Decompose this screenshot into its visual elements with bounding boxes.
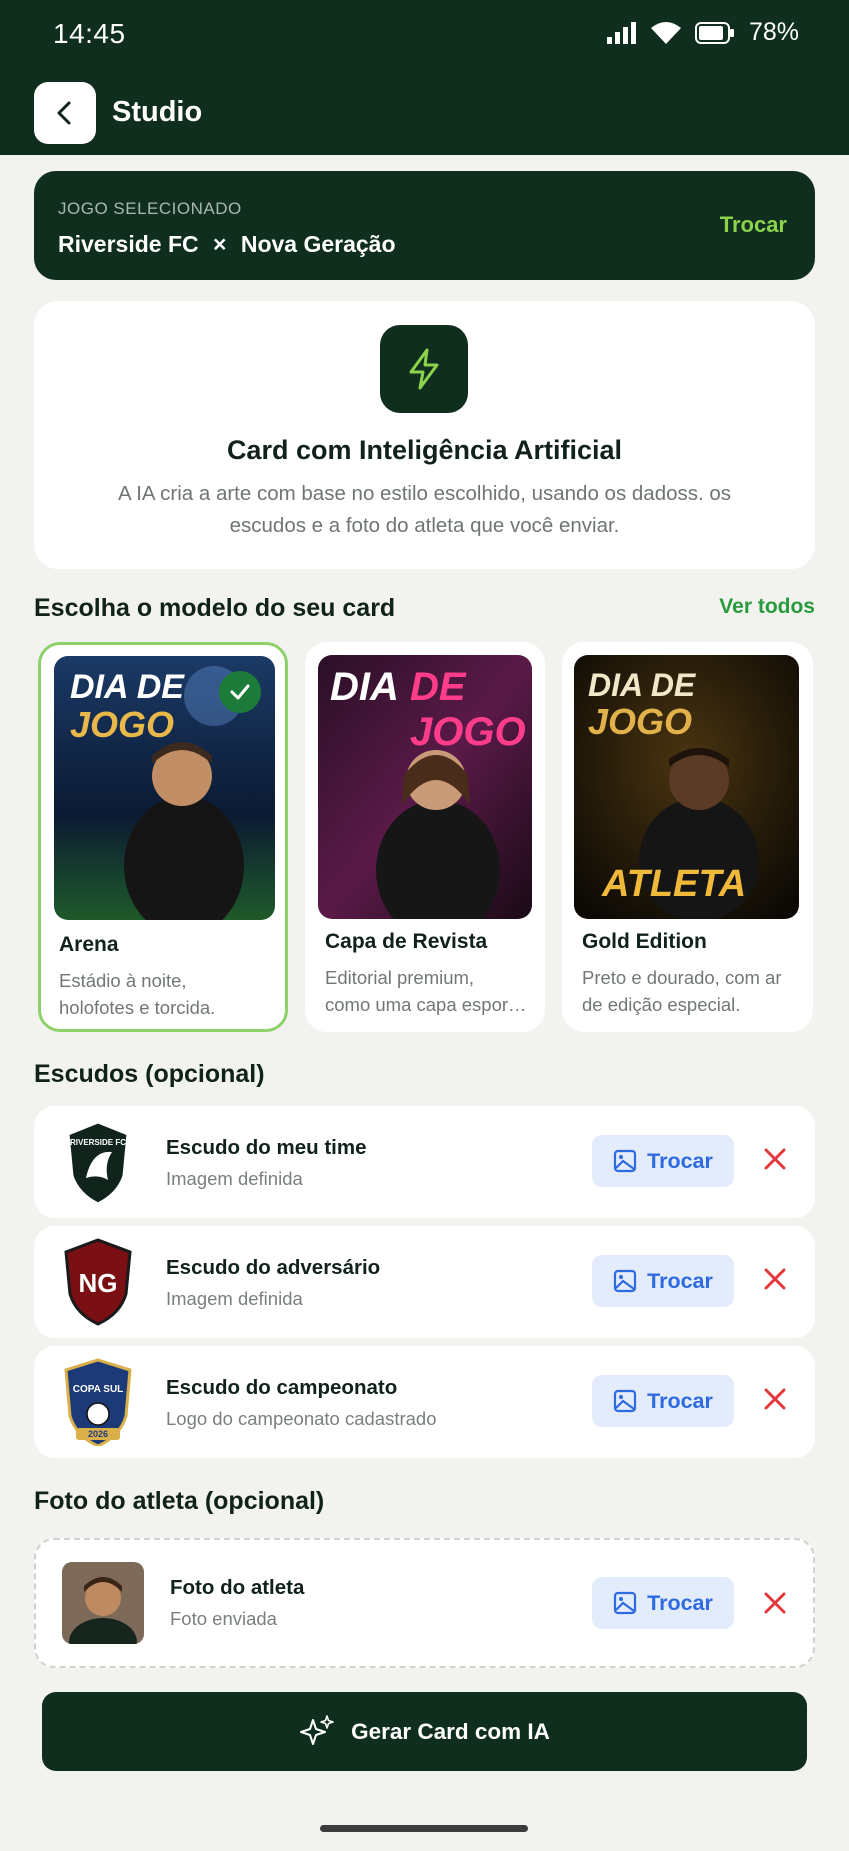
signal-icon (606, 21, 636, 44)
home-indicator[interactable] (320, 1825, 528, 1832)
change-crest-label: Trocar (647, 1268, 713, 1293)
crest-logo-year: 2026 (87, 1429, 109, 1439)
ai-card-title: Card com Inteligência Artificial (226, 435, 623, 465)
crest-title: Escudo do adversário (166, 1256, 381, 1279)
athlete-photo-thumbnail (62, 1562, 144, 1644)
wifi-icon (650, 21, 681, 44)
change-crest-button[interactable]: Trocar (592, 1375, 734, 1427)
crest-row-championship: COPA SUL 2026 Escudo do campeonato Logo … (34, 1346, 815, 1458)
change-photo-label: Trocar (647, 1590, 713, 1615)
crest-row-my-team: RIVERSIDE FC Escudo do meu time Imagem d… (34, 1106, 815, 1218)
selected-game-label: JOGO SELECIONADO (58, 199, 242, 218)
close-icon[interactable] (762, 1146, 788, 1172)
template-name: Capa de Revista (325, 930, 488, 953)
match-teams: Riverside FC × Nova Geração (58, 231, 396, 258)
crest-subtitle: Logo do campeonato cadastrado (166, 1408, 437, 1429)
change-crest-button[interactable]: Trocar (592, 1255, 734, 1307)
template-card-gold[interactable]: DIA DE JOGO ATLETA Gold Edition Preto e … (562, 642, 813, 1032)
template-name: Gold Edition (582, 930, 707, 953)
away-team: Nova Geração (240, 231, 396, 257)
status-icons: 78% (606, 18, 799, 47)
generate-card-button[interactable]: Gerar Card com IA (42, 1692, 807, 1771)
template-thumbnail: DIA DE JOGO (318, 655, 532, 919)
battery-icon (694, 21, 734, 44)
template-card-arena[interactable]: DIA DE JOGO Arena Estádio à noite, holofo… (38, 642, 288, 1032)
template-name: Arena (59, 933, 119, 956)
thumb-title-line1: DIA (330, 665, 399, 709)
photo-section-title: Foto do atleta (opcional) (34, 1487, 325, 1515)
ai-info-card: Card com Inteligência Artificial A IA cr… (34, 301, 815, 569)
versus-separator: × (213, 231, 227, 257)
thumb-title-line1: DIA DE (70, 668, 184, 706)
generate-card-label: Gerar Card com IA (351, 1718, 550, 1744)
thumb-title-line2: JOGO (70, 704, 175, 745)
change-photo-button[interactable]: Trocar (592, 1577, 734, 1629)
crests-section-title: Escudos (opcional) (34, 1060, 265, 1088)
close-icon[interactable] (762, 1590, 788, 1616)
template-description: Editorial premium, como uma capa espor… (325, 967, 527, 1015)
crest-title: Escudo do meu time (166, 1136, 367, 1159)
change-game-link[interactable]: Trocar (720, 212, 787, 238)
thumb-title-line3: ATLETA (602, 863, 747, 905)
thumb-title-line2: JOGO (588, 701, 693, 742)
image-icon (614, 1149, 637, 1173)
athlete-photo-subtitle: Foto enviada (170, 1608, 277, 1629)
selected-check-icon (219, 671, 261, 713)
close-icon[interactable] (762, 1386, 788, 1412)
athlete-photo-title: Foto do atleta (170, 1576, 305, 1599)
see-all-link[interactable]: Ver todos (719, 595, 815, 619)
ai-card-description: A IA cria a arte com base no estilo esco… (117, 482, 732, 537)
status-time: 14:45 (53, 18, 126, 49)
championship-crest-logo: COPA SUL 2026 (62, 1358, 134, 1448)
crest-title: Escudo do campeonato (166, 1376, 398, 1399)
image-icon (614, 1269, 637, 1293)
page-title: Studio (112, 96, 203, 128)
thumb-title-line2: DE JOGO (410, 665, 526, 754)
image-icon (614, 1389, 637, 1413)
thumb-title-line1: DIA DE (588, 667, 696, 703)
crest-row-opponent: NG Escudo do adversário Imagem definida … (34, 1226, 815, 1338)
template-thumbnail: DIA DE JOGO ATLETA (574, 655, 799, 919)
status-bar: 14:45 78% (0, 0, 849, 70)
battery-percent: 78% (748, 18, 799, 46)
chevron-left-icon (57, 101, 71, 125)
selected-game-card: JOGO SELECIONADO Riverside FC × Nova Ger… (34, 171, 815, 280)
templates-section-title: Escolha o modelo do seu card (34, 594, 396, 622)
athlete-photo-row: Foto do atleta Foto enviada Trocar (34, 1538, 815, 1668)
home-team: Riverside FC (58, 231, 199, 257)
change-crest-label: Trocar (647, 1148, 713, 1173)
image-icon (614, 1591, 637, 1615)
back-button[interactable] (34, 82, 96, 144)
change-crest-button[interactable]: Trocar (592, 1135, 734, 1187)
sparkles-icon (300, 1714, 334, 1745)
template-card-magazine[interactable]: DIA DE JOGO Capa de Revista Editorial pr… (305, 642, 545, 1032)
template-description: Estádio à noite, holofotes e torcida. (59, 970, 216, 1018)
change-crest-label: Trocar (647, 1388, 713, 1413)
close-icon[interactable] (762, 1266, 788, 1292)
opponent-crest-logo: NG (62, 1238, 134, 1326)
crest-subtitle: Imagem definida (166, 1168, 303, 1189)
crest-logo-text: RIVERSIDE FC (69, 1138, 126, 1147)
lightning-icon (380, 325, 468, 413)
team-crest-logo: RIVERSIDE FC (62, 1118, 134, 1206)
crest-logo-text: NG (78, 1268, 118, 1298)
template-description: Preto e dourado, com ar de edição especia… (582, 967, 782, 1015)
crest-logo-text: COPA SUL (72, 1384, 124, 1395)
crest-subtitle: Imagem definida (166, 1288, 303, 1309)
